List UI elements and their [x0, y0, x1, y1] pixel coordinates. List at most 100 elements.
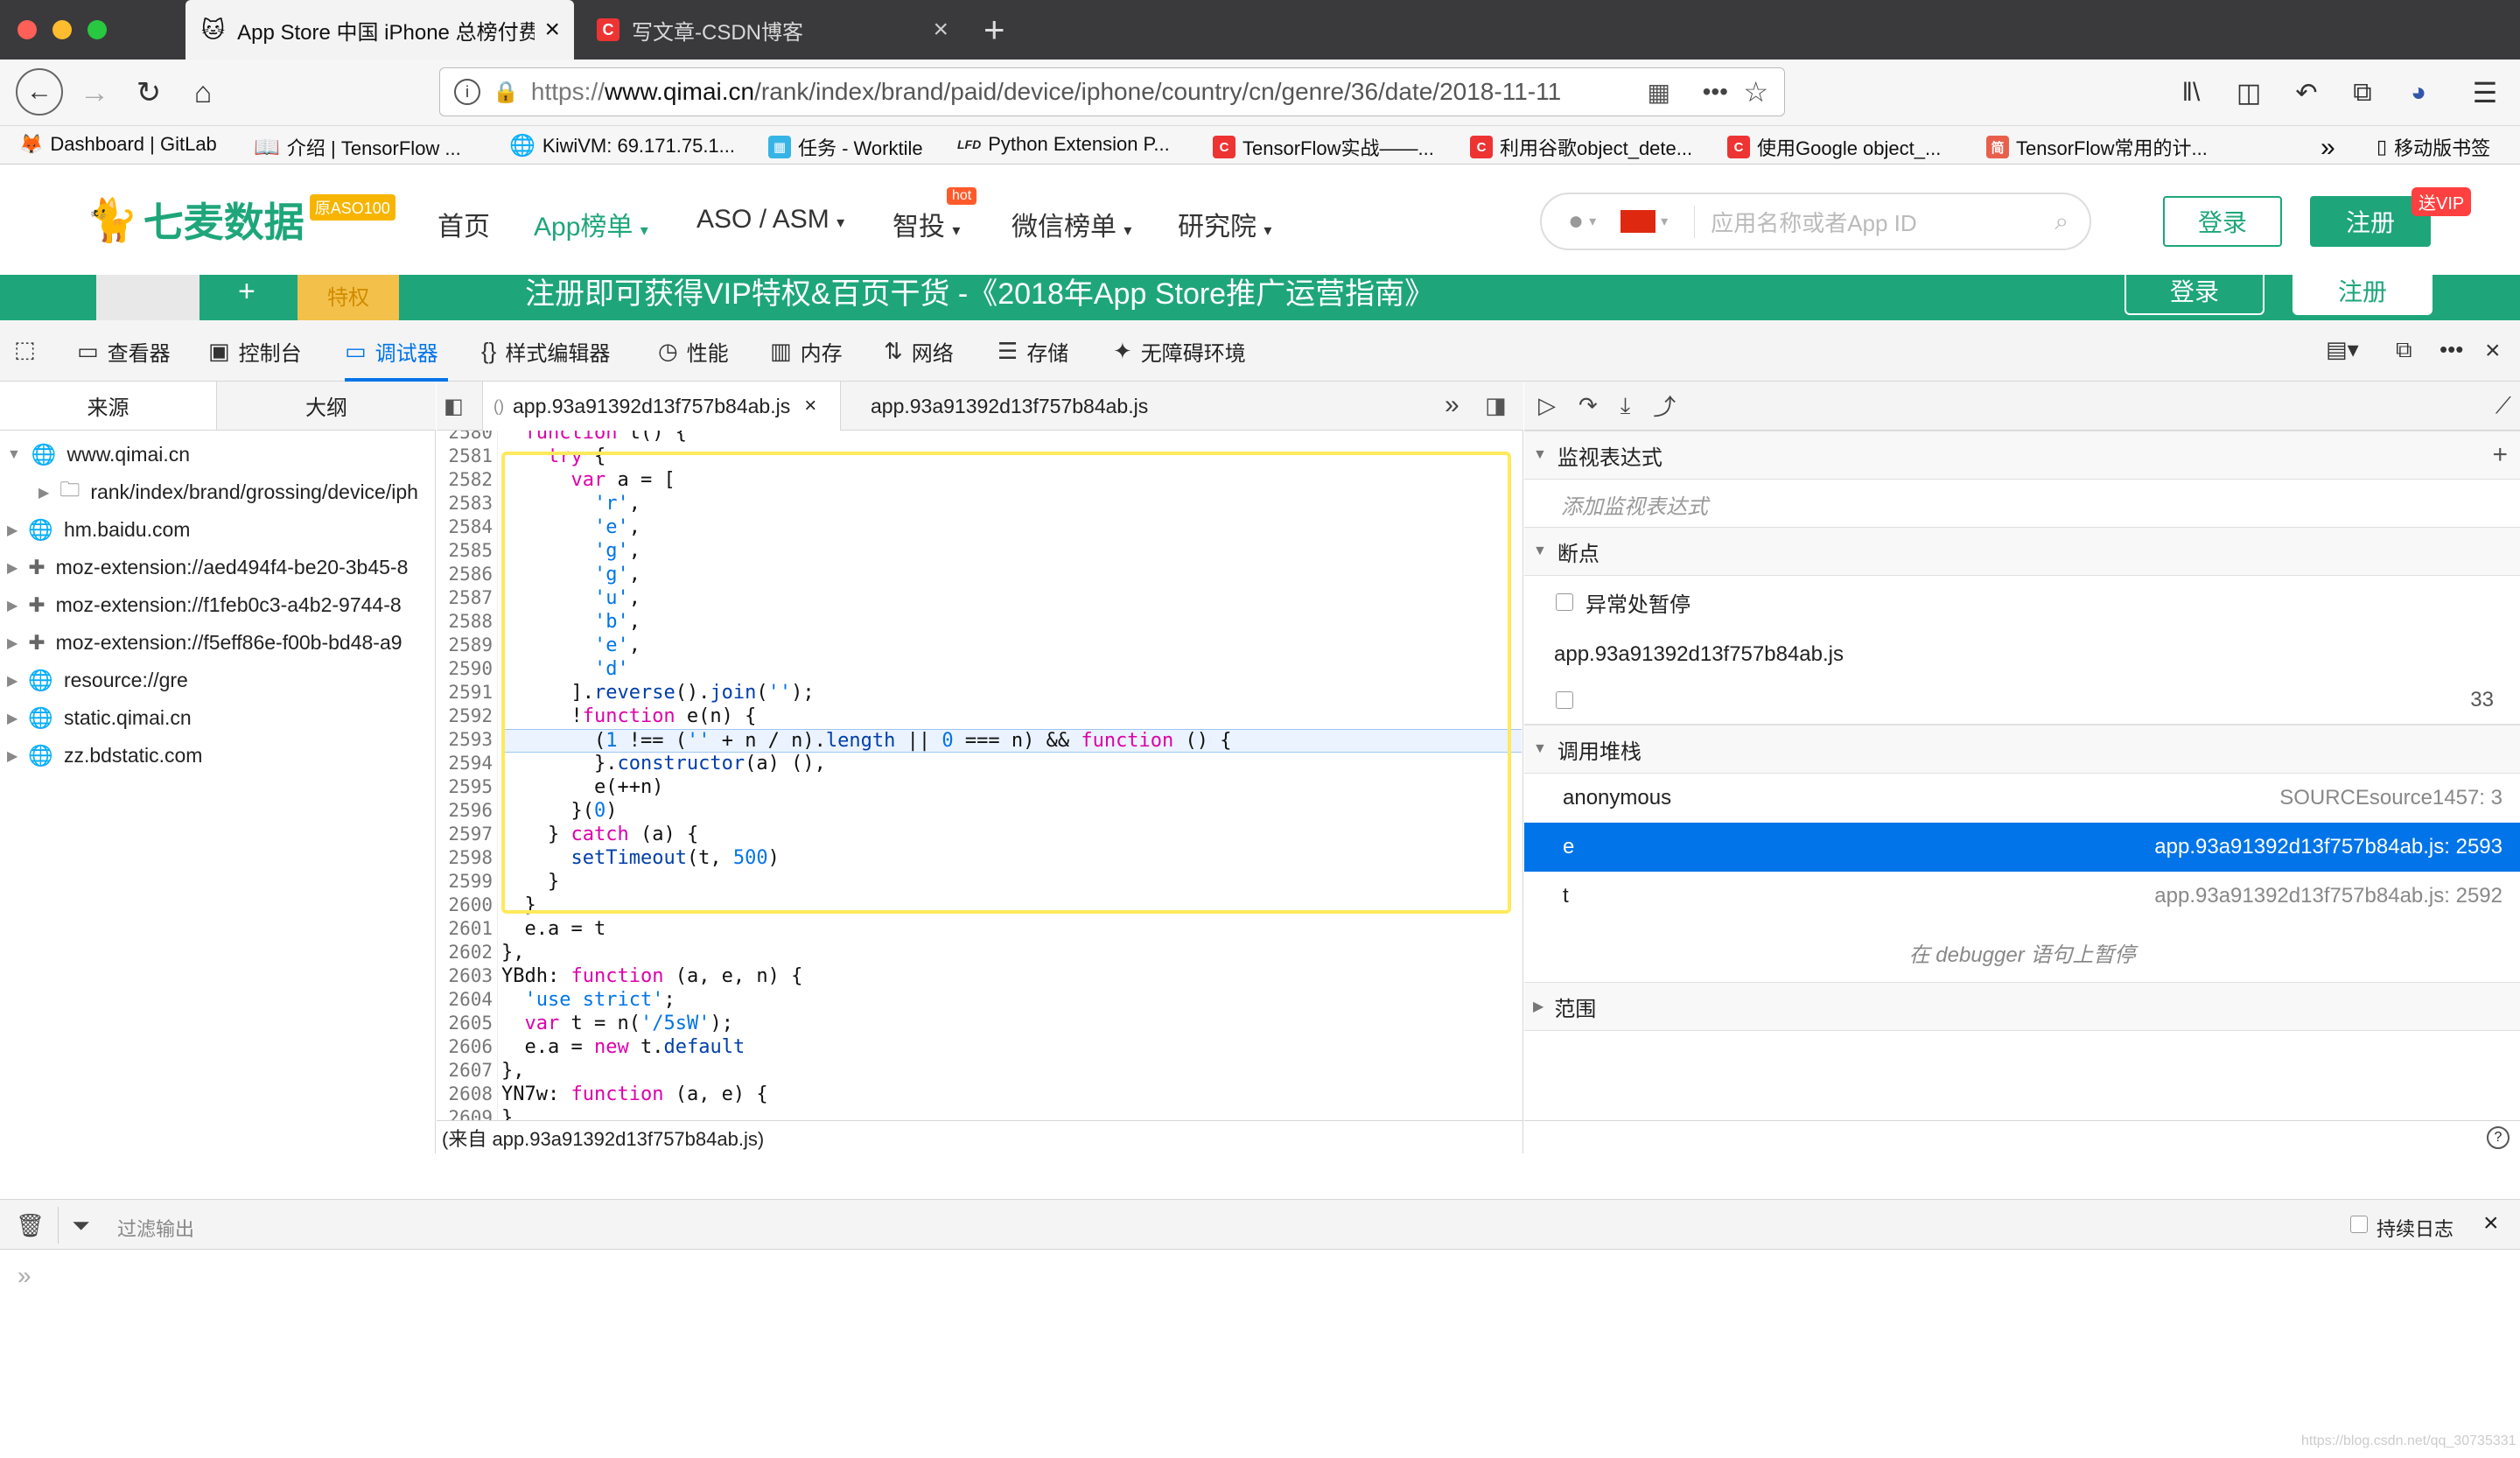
menu-wechat[interactable]: 微信榜单 ▾ — [1012, 205, 1131, 243]
step-over-icon[interactable]: ↷ — [1578, 392, 1598, 419]
tab-csdn[interactable]: C 写文章-CSDN博客 × — [581, 0, 962, 60]
search-input[interactable]: 应用名称或者App ID — [1694, 205, 1917, 238]
forward-icon[interactable]: → — [77, 75, 112, 110]
tab-console[interactable]: ▣ 控制台 — [208, 336, 302, 367]
close-devtools-icon[interactable]: × — [2485, 336, 2501, 366]
source-tree-item[interactable]: ▶ 🌐 zz.bdstatic.com — [0, 737, 436, 775]
bookmark-item[interactable]: ▦ 任务 - Worktile — [768, 133, 923, 161]
breakpoints-section-header[interactable]: ▼ 断点 — [1524, 527, 2520, 576]
line-number[interactable]: 2586 — [437, 564, 493, 585]
line-number[interactable]: 2598 — [437, 847, 493, 868]
zoom-window-button[interactable] — [88, 20, 107, 39]
resume-icon[interactable]: ▷ — [1538, 392, 1556, 419]
search-icon[interactable]: ⌕ — [2054, 207, 2068, 236]
line-number[interactable]: 2603 — [437, 965, 493, 986]
tab-storage[interactable]: ☰ 存储 — [998, 336, 1068, 367]
close-window-button[interactable] — [18, 20, 37, 39]
minimize-window-button[interactable] — [52, 20, 72, 39]
tab-accessibility[interactable]: ✦ 无障碍环境 — [1113, 336, 1246, 367]
line-number[interactable]: 2607 — [437, 1060, 493, 1081]
sidebar-icon[interactable]: ◫ — [2231, 75, 2266, 110]
stack-frame[interactable]: anonymous SOURCEsource1457: 3 — [1524, 774, 2520, 823]
banner-login-button[interactable]: 登录 — [2124, 275, 2264, 315]
tab-style-editor[interactable]: {} 样式编辑器 — [481, 336, 610, 367]
line-number[interactable]: 2584 — [437, 516, 493, 537]
watch-input[interactable]: 添加监视表达式 — [1524, 480, 2520, 529]
line-number[interactable]: 2582 — [437, 469, 493, 490]
qr-code-icon[interactable]: ▦ — [1648, 78, 1670, 107]
close-tab-icon[interactable]: × — [933, 15, 948, 45]
library-icon[interactable]: ‖\ — [2174, 75, 2208, 110]
tab-memory[interactable]: ▥ 内存 — [770, 336, 843, 367]
line-number[interactable]: 2601 — [437, 918, 493, 939]
editor-tab[interactable]: app.93a91392d13f757b84ab.js — [871, 382, 1148, 431]
bookmark-item[interactable]: C 利用谷歌object_dete... — [1470, 133, 1692, 161]
element-picker-icon[interactable]: ⬚ — [14, 336, 36, 363]
line-number[interactable]: 2580 — [437, 431, 493, 443]
console-input[interactable] — [52, 1260, 2502, 1295]
toggle-right-panel-icon[interactable]: ◨ — [1485, 392, 1507, 419]
line-number[interactable]: 2595 — [437, 776, 493, 797]
tab-performance[interactable]: ◷ 性能 — [658, 336, 729, 367]
bookmark-star-icon[interactable]: ☆ — [1743, 75, 1768, 109]
line-number[interactable]: 2605 — [437, 1013, 493, 1034]
pause-on-exceptions[interactable]: 异常处暂停 — [1524, 578, 2520, 627]
menu-zhitou[interactable]: 智投 ▾ — [892, 205, 960, 243]
promo-banner[interactable]: + 特权 注册即可获得VIP特权&百页干货 -《2018年App Store推广… — [0, 275, 2520, 320]
banner-register-button[interactable]: 注册 — [2292, 275, 2432, 315]
line-number[interactable]: 2608 — [437, 1083, 493, 1104]
help-icon[interactable]: ? — [2487, 1126, 2510, 1149]
line-number[interactable]: 2587 — [437, 587, 493, 608]
line-number[interactable]: 2588 — [437, 611, 493, 632]
source-tree-item[interactable]: ▶ 🗀 rank/index/brand/grossing/device/iph — [0, 473, 436, 511]
line-number[interactable]: 2599 — [437, 871, 493, 892]
source-tree-item[interactable]: ▶ 🌐 resource://gre — [0, 662, 436, 699]
line-number[interactable]: 2591 — [437, 682, 493, 703]
pause-exceptions-checkbox[interactable] — [1556, 593, 1573, 611]
source-tree-item[interactable]: ▶ 🌐 hm.baidu.com — [0, 511, 436, 549]
line-number[interactable]: 2609 — [437, 1107, 493, 1120]
line-number[interactable]: 2604 — [437, 989, 493, 1010]
crop-icon[interactable]: ⧉ — [2345, 75, 2380, 110]
line-number[interactable]: 2597 — [437, 824, 493, 845]
trash-icon[interactable]: 🗑 — [16, 1212, 45, 1239]
extension-icon[interactable]: ◕ — [2401, 75, 2436, 110]
undo-icon[interactable]: ↶ — [2289, 75, 2324, 110]
bookmark-item[interactable]: LFD Python Extension P... — [957, 133, 1170, 156]
more-bookmarks-icon[interactable]: » — [2320, 133, 2335, 163]
line-number[interactable]: 2589 — [437, 634, 493, 655]
source-tree-item[interactable]: ▶ ✚ moz-extension://f1feb0c3-a4b2-9744-8 — [0, 586, 436, 624]
add-watch-icon[interactable]: + — [2492, 440, 2508, 470]
watch-section-header[interactable]: ▼ 监视表达式 + — [1524, 431, 2520, 480]
menu-aso[interactable]: ASO / ASM ▾ — [696, 205, 844, 235]
line-number[interactable]: 2606 — [437, 1036, 493, 1057]
tab-inspector[interactable]: ▭ 查看器 — [77, 336, 171, 367]
popout-icon[interactable]: ⧉ — [2396, 336, 2412, 364]
tab-debugger[interactable]: ▭ 调试器 — [345, 320, 438, 382]
breakpoint-item[interactable]: 33 — [1524, 676, 2520, 725]
source-tree-item[interactable]: ▶ ✚ moz-extension://f5eff86e-f00b-bd48-a9 — [0, 624, 436, 662]
more-options-icon[interactable]: ••• — [2440, 336, 2463, 363]
deactivate-breakpoints-icon[interactable]: ⟋ — [2496, 392, 2511, 420]
site-logo[interactable]: 🐈 七麦数据 原ASO100 — [86, 191, 396, 249]
china-flag-icon[interactable] — [1620, 210, 1656, 233]
line-number[interactable]: 2593 — [437, 729, 493, 750]
line-number[interactable]: 2585 — [437, 540, 493, 561]
step-out-icon[interactable]: ⤴ — [1653, 389, 1676, 422]
source-tree-item[interactable]: ▼ 🌐 www.qimai.cn — [0, 436, 436, 473]
bookmark-item[interactable]: 简 TensorFlow常用的计... — [1986, 133, 2208, 161]
tab-sources[interactable]: 来源 — [0, 382, 217, 431]
line-number[interactable]: 2583 — [437, 493, 493, 514]
persist-logs-checkbox[interactable] — [2350, 1216, 2368, 1233]
stack-frame[interactable]: t app.93a91392d13f757b84ab.js: 2592 — [1524, 872, 2520, 921]
back-icon[interactable]: ← — [16, 68, 63, 116]
callstack-section-header[interactable]: ▼ 调用堆栈 — [1524, 725, 2520, 774]
breakpoint-file[interactable]: app.93a91392d13f757b84ab.js — [1524, 630, 2520, 679]
menu-home[interactable]: 首页 — [438, 205, 490, 243]
dock-side-icon[interactable]: ▤▾ — [2326, 336, 2359, 363]
bookmark-item[interactable]: C TensorFlow实战——... — [1213, 133, 1434, 161]
mobile-bookmarks[interactable]: ▯ 移动版书签 — [2376, 133, 2490, 161]
line-number[interactable]: 2596 — [437, 800, 493, 821]
bookmark-item[interactable]: 🌐 KiwiVM: 69.171.75.1... — [509, 133, 735, 158]
source-tree-item[interactable]: ▶ 🌐 static.qimai.cn — [0, 699, 436, 737]
